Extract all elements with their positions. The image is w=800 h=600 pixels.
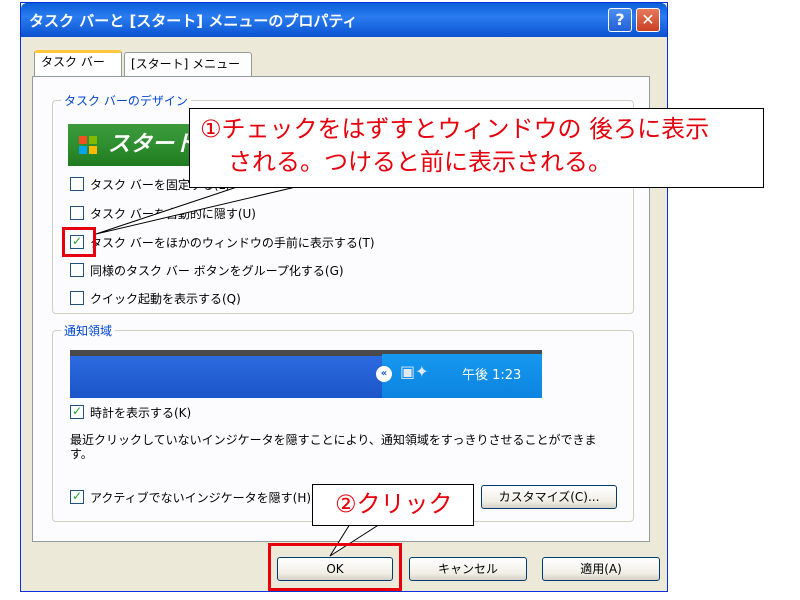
checkbox-highlight (62, 227, 96, 257)
ok-button-highlight (268, 543, 402, 591)
annotation-callout-2: ②クリック (312, 484, 474, 526)
callout1-line2: される。つけると前に表示される。 (228, 148, 612, 176)
annotation-callout-1: ①チェックをはずすとウィンドウの 後ろに表示 される。つけると前に表示される。 (189, 108, 764, 188)
callout1-line1: ①チェックをはずすとウィンドウの 後ろに表示 (200, 115, 710, 143)
callout1-pointer (95, 185, 301, 235)
